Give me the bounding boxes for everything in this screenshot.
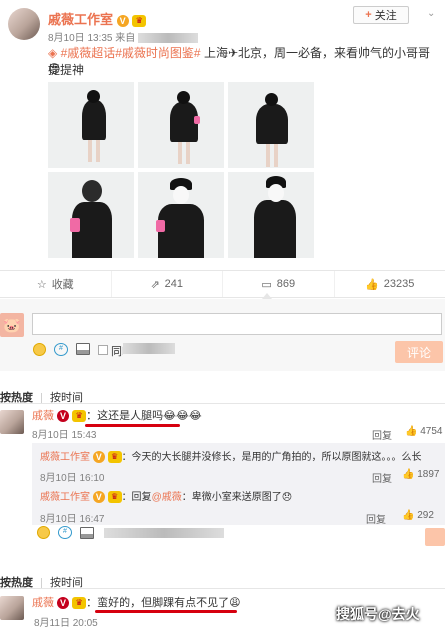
- reply-1-author[interactable]: 戚薇工作室: [40, 452, 90, 463]
- comment-1-reply-button[interactable]: 回复: [372, 427, 392, 442]
- comment-2-text: ：蛮好的，但脚踝有点不见了😩: [86, 597, 241, 609]
- comment-2-time: 8月11日 20:05: [34, 618, 98, 629]
- comment-button[interactable]: ▭ 869: [223, 271, 335, 297]
- author-name-row: 戚薇工作室 V ♛: [48, 9, 147, 28]
- follow-button[interactable]: + 关注: [353, 6, 409, 24]
- vip-icon: ♛: [72, 597, 87, 610]
- reply-1-likes: 1897: [417, 469, 440, 480]
- comment-2-author[interactable]: 戚薇: [32, 597, 54, 609]
- post-time[interactable]: 8月10日 13:35: [48, 33, 113, 44]
- emoji-button-icon[interactable]: [33, 343, 46, 356]
- highlight-underline: [85, 424, 180, 427]
- photo-1[interactable]: [48, 82, 134, 168]
- comment-1-time: 8月10日 15:43: [32, 430, 97, 441]
- commenter-avatar[interactable]: [0, 410, 24, 434]
- super-topic-icon: ◈: [48, 46, 58, 60]
- reply-1-text: ：今天的大长腿并没修长，是用的广角拍的，所以原图就这。。。么长: [121, 452, 422, 463]
- vip-icon: ♛: [107, 451, 122, 464]
- reply-2: 戚薇工作室 V ♛ ：回复@戚薇：卑微小室来送原图了😞: [40, 491, 440, 504]
- current-user-avatar: 🐷: [0, 313, 24, 337]
- reply-2-like-button[interactable]: 👍 292: [402, 510, 434, 521]
- image-button-icon[interactable]: [76, 343, 90, 355]
- post-source-prefix: 来自: [115, 33, 136, 44]
- author-avatar[interactable]: [8, 8, 40, 40]
- verified-icon: V: [57, 410, 70, 423]
- comment-input[interactable]: [32, 313, 442, 335]
- photo-4[interactable]: [48, 172, 134, 258]
- repost-icon: ⇗: [150, 278, 160, 291]
- reply-1-reply-button[interactable]: 回复: [372, 470, 392, 485]
- like-count: 23235: [383, 278, 415, 290]
- star-icon: ☆: [36, 278, 47, 291]
- reply-2-reply-button[interactable]: 回复: [366, 511, 386, 526]
- photo-2[interactable]: [138, 82, 224, 168]
- reply-2-mention[interactable]: @戚薇: [152, 492, 182, 503]
- post-menu-chevron-icon[interactable]: ⌄: [427, 8, 435, 19]
- photo-5[interactable]: [138, 172, 224, 258]
- thumbs-up-icon: 👍: [402, 510, 415, 521]
- divider: [0, 403, 445, 404]
- thumbs-up-icon: 👍: [405, 426, 418, 437]
- topic-button-icon[interactable]: #: [54, 343, 68, 356]
- comment-1-text: ：这还是人腿吗😂😂😂: [86, 410, 202, 422]
- repost-count: 241: [164, 278, 184, 290]
- sync-checkbox[interactable]: [98, 345, 108, 355]
- favorite-label: 收藏: [51, 279, 74, 291]
- comment-1-content: 戚薇 V ♛ ：这还是人腿吗😂😂😂: [32, 409, 202, 423]
- verified-icon: V: [116, 14, 129, 27]
- comment-2-content: 戚薇 V ♛ ：蛮好的，但脚踝有点不见了😩: [32, 596, 241, 610]
- reply-2-text-prefix: ：回复: [121, 492, 152, 503]
- plus-icon: +: [365, 9, 372, 21]
- post-actions-bar: ☆ 收藏 ⇗ 241 ▭ 869 👍 23235: [0, 270, 445, 298]
- favorite-button[interactable]: ☆ 收藏: [0, 271, 112, 297]
- reply-1: 戚薇工作室 V ♛ ：今天的大长腿并没修长，是用的广角拍的，所以原图就这。。。么长: [40, 451, 440, 464]
- comment-count: 869: [276, 278, 296, 290]
- reply-1-time: 8月10日 16:10: [40, 473, 105, 484]
- post-meta: 8月10日 13:35 来自: [48, 29, 199, 44]
- emoji-button-icon[interactable]: [37, 526, 50, 539]
- verified-icon: V: [92, 451, 105, 464]
- like-button[interactable]: 👍 23235: [335, 271, 445, 297]
- verified-icon: V: [92, 491, 105, 504]
- vip-icon: ♛: [107, 491, 122, 504]
- photo-3[interactable]: [228, 82, 314, 168]
- watermark: 搜狐号@去火: [336, 606, 420, 622]
- thumbs-up-icon: 👍: [365, 278, 379, 291]
- repost-button[interactable]: ⇗ 241: [112, 271, 223, 297]
- topic-button-icon[interactable]: #: [58, 526, 72, 539]
- sync-label: 同时转发: [111, 343, 181, 359]
- photo-6[interactable]: [228, 172, 314, 258]
- image-button-icon[interactable]: [80, 527, 94, 539]
- verified-icon: V: [57, 597, 70, 610]
- follow-label: 关注: [374, 10, 397, 22]
- divider: [0, 588, 445, 589]
- post-hashtags[interactable]: #戚薇超话#戚薇时尚图鉴#: [61, 46, 201, 60]
- highlight-underline: [95, 610, 237, 613]
- post-source-blurred: [138, 33, 199, 44]
- reply-2-time: 8月10日 16:47: [40, 514, 105, 525]
- comment-1-likes: 4754: [420, 426, 443, 437]
- reply-submit-button[interactable]: [425, 528, 445, 546]
- vip-icon: ♛: [132, 14, 147, 27]
- commenter-avatar[interactable]: [0, 596, 24, 620]
- composer-area: [0, 299, 445, 371]
- author-name[interactable]: 戚薇工作室: [48, 12, 113, 27]
- reply-composer-blurred: [104, 528, 224, 538]
- comment-icon: ▭: [261, 278, 272, 291]
- emoji-icon: 😍: [48, 62, 61, 76]
- comment-1-author[interactable]: 戚薇: [32, 410, 54, 422]
- thumbs-up-icon: 👍: [402, 469, 415, 480]
- reply-2-author[interactable]: 戚薇工作室: [40, 492, 90, 503]
- comment-1-like-button[interactable]: 👍 4754: [405, 426, 442, 437]
- vip-icon: ♛: [72, 410, 87, 423]
- reply-1-like-button[interactable]: 👍 1897: [402, 469, 439, 480]
- reply-2-text-suffix: ：卑微小室来送原图了😞: [181, 492, 293, 503]
- post-text: ◈ #戚薇超话#戚薇时尚图鉴# 上海✈北京，周一必备，来看帅气的小哥哥提提神: [48, 45, 440, 79]
- submit-comment-button[interactable]: 评论: [395, 341, 443, 363]
- reply-2-likes: 292: [417, 510, 434, 521]
